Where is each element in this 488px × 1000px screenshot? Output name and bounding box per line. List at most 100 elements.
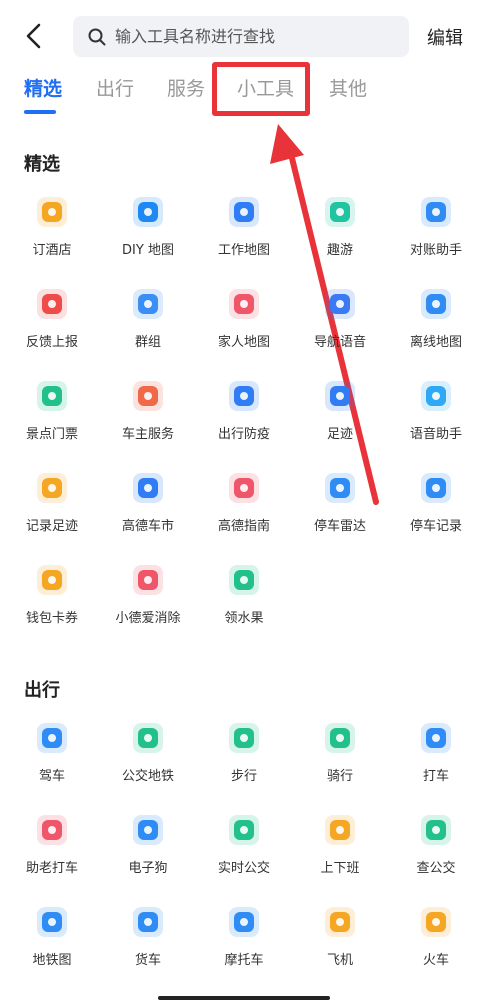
nav-voice-icon [325,289,355,319]
scenic-ticket-icon [37,381,67,411]
tool-item[interactable]: 飞机 [292,896,388,988]
tool-label: 实时公交 [217,861,270,876]
tool-item[interactable]: DIY 地图 [100,186,196,278]
tool-item[interactable]: 货车 [100,896,196,988]
tool-item[interactable]: 摩托车 [196,896,292,988]
tool-label: 步行 [230,769,257,784]
feedback-icon [37,289,67,319]
taxi-icon [421,723,451,753]
fruit-tree-icon [229,565,259,595]
tool-label: 停车雷达 [313,519,366,534]
tool-item[interactable]: 电子狗 [100,804,196,896]
walk-icon [229,723,259,753]
tool-label: 骑行 [326,769,353,784]
tool-label: 记录足迹 [25,519,78,534]
tool-item[interactable]: 趣游 [292,186,388,278]
tool-item[interactable]: 停车记录 [388,462,484,554]
tool-label: 订酒店 [32,243,72,258]
tool-item[interactable]: 驾车 [4,712,100,804]
tool-item[interactable]: 出行防疫 [196,370,292,462]
search-bar[interactable] [73,16,409,57]
bus-icon [133,723,163,753]
bike-icon [325,723,355,753]
tool-label: 高德车市 [121,519,174,534]
tool-item[interactable]: 火车 [388,896,484,988]
search-icon [88,28,106,45]
tool-item[interactable]: 高德车市 [100,462,196,554]
fun-trip-icon [325,197,355,227]
tool-item[interactable]: 查公交 [388,804,484,896]
tab-travel[interactable]: 出行 [96,74,134,101]
metro-map-icon [37,907,67,937]
tool-label: 车主服务 [121,427,174,442]
tool-label: 小德爱消除 [115,611,181,626]
tool-label: 停车记录 [409,519,462,534]
home-indicator [158,996,330,1000]
tool-item[interactable]: 公交地铁 [100,712,196,804]
back-arrow-icon[interactable] [18,20,50,52]
tool-item[interactable]: 家人地图 [196,278,292,370]
camera-icon [133,815,163,845]
realtime-bus-icon [229,815,259,845]
truck-icon [133,907,163,937]
tool-item[interactable]: 车主服务 [100,370,196,462]
active-tab-indicator [24,110,56,114]
tool-item[interactable]: 离线地图 [388,278,484,370]
commute-icon [325,815,355,845]
edit-button[interactable]: 编辑 [427,24,463,50]
tool-item[interactable]: 步行 [196,712,292,804]
tool-item[interactable]: 钱包卡券 [4,554,100,646]
tool-label: 摩托车 [224,953,264,968]
tool-item[interactable]: 对账助手 [388,186,484,278]
record-footprint-icon [37,473,67,503]
hotel-icon [37,197,67,227]
tool-label: 家人地图 [217,335,270,350]
tool-label: 钱包卡券 [25,611,78,626]
tool-label: 出行防疫 [217,427,270,442]
tool-item[interactable]: 语音助手 [388,370,484,462]
tool-label: 领水果 [224,611,264,626]
car-owner-icon [133,381,163,411]
epidemic-icon [229,381,259,411]
tool-item[interactable]: 导航语音 [292,278,388,370]
tool-label: 足迹 [326,427,353,442]
diy-map-icon [133,197,163,227]
tool-item[interactable]: 记录足迹 [4,462,100,554]
tool-item[interactable]: 助老打车 [4,804,100,896]
tab-other[interactable]: 其他 [329,74,367,101]
tool-label: 反馈上报 [25,335,78,350]
tab-featured[interactable]: 精选 [24,74,62,101]
tool-item[interactable]: 小德爱消除 [100,554,196,646]
tool-item[interactable]: 地铁图 [4,896,100,988]
tool-item[interactable]: 反馈上报 [4,278,100,370]
tool-item[interactable]: 足迹 [292,370,388,462]
tool-label: 地铁图 [32,953,72,968]
travel-grid: 驾车 公交地铁 步行 骑行 打车助老打车 电子狗 实时公交 上下班 查公交地铁图 货车 摩托车 飞机 火… [0,712,488,988]
tool-item[interactable]: 实时公交 [196,804,292,896]
tool-item[interactable]: 工作地图 [196,186,292,278]
tool-label: 离线地图 [409,335,462,350]
tool-item[interactable]: 上下班 [292,804,388,896]
work-map-icon [229,197,259,227]
tool-item[interactable]: 骑行 [292,712,388,804]
tool-item[interactable]: 景点门票 [4,370,100,462]
voice-assistant-icon [421,381,451,411]
motorcycle-icon [229,907,259,937]
tool-item[interactable]: 打车 [388,712,484,804]
tool-item[interactable]: 高德指南 [196,462,292,554]
search-input[interactable] [113,26,397,47]
tool-label: 语音助手 [409,427,462,442]
tool-label: 飞机 [326,953,353,968]
game-icon [133,565,163,595]
train-icon [421,907,451,937]
tool-label: 打车 [422,769,449,784]
wallet-icon [37,565,67,595]
tool-item[interactable]: 停车雷达 [292,462,388,554]
tool-item[interactable]: 群组 [100,278,196,370]
tool-label: 助老打车 [25,861,78,876]
tool-item[interactable]: 领水果 [196,554,292,646]
tool-label: 货车 [134,953,161,968]
tab-service[interactable]: 服务 [167,74,205,101]
tool-item[interactable]: 订酒店 [4,186,100,278]
tool-label: 查公交 [416,861,456,876]
